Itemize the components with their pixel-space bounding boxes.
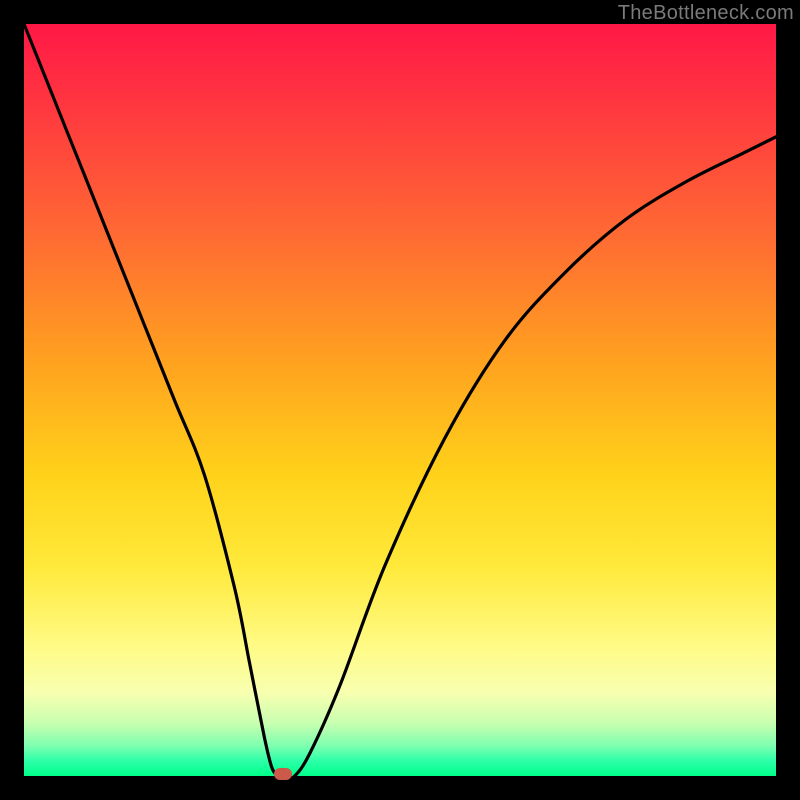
optimum-marker (274, 768, 292, 780)
bottleneck-curve (24, 24, 776, 776)
chart-frame (24, 24, 776, 776)
curve-path (24, 24, 776, 776)
watermark-text: TheBottleneck.com (618, 2, 794, 25)
